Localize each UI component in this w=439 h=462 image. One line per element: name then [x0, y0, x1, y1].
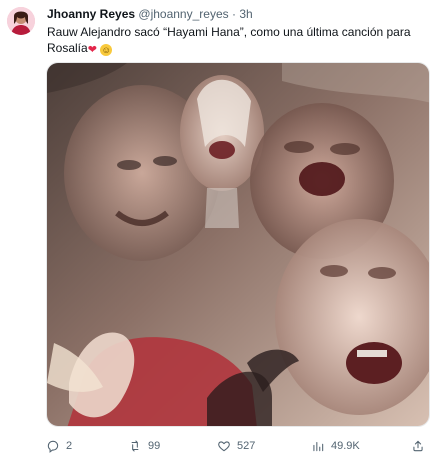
- tweet-text: Rauw Alejandro sacó “Hayami Hana”, como …: [47, 24, 427, 56]
- retweet-button[interactable]: 99: [128, 437, 160, 455]
- reply-icon: [47, 440, 59, 453]
- retweet-icon: [131, 440, 139, 452]
- reply-count: 2: [66, 440, 73, 452]
- like-button[interactable]: 527: [217, 437, 255, 455]
- views-button[interactable]: 49.9K: [311, 437, 360, 455]
- tweet-time[interactable]: 3h: [239, 7, 252, 21]
- tweet-actions: 2 99 527 49.9K: [46, 437, 430, 455]
- tweet-header: Jhoanny Reyes @jhoanny_reyes · 3h: [47, 7, 253, 21]
- views-count: 49.9K: [331, 440, 360, 452]
- retweet-count: 99: [148, 440, 161, 452]
- share-icon: [413, 440, 423, 452]
- reply-button[interactable]: 2: [46, 437, 72, 455]
- heart-with-ribbon-icon: ❤: [87, 44, 97, 56]
- author-handle[interactable]: @jhoanny_reyes: [138, 7, 228, 21]
- share-button[interactable]: [411, 437, 425, 455]
- like-count: 527: [237, 440, 256, 452]
- avatar-image: [7, 7, 35, 35]
- avatar[interactable]: [7, 7, 35, 35]
- bar-chart-icon: [313, 441, 324, 452]
- tweet-media[interactable]: [46, 62, 430, 427]
- heart-icon: [218, 441, 230, 452]
- author-name[interactable]: Jhoanny Reyes: [47, 7, 135, 21]
- tweet-card[interactable]: Jhoanny Reyes @jhoanny_reyes · 3h Rauw A…: [0, 0, 439, 462]
- image-icon: [47, 63, 429, 426]
- smiling-face-icon: ☺: [100, 44, 113, 56]
- header-separator: ·: [231, 7, 236, 21]
